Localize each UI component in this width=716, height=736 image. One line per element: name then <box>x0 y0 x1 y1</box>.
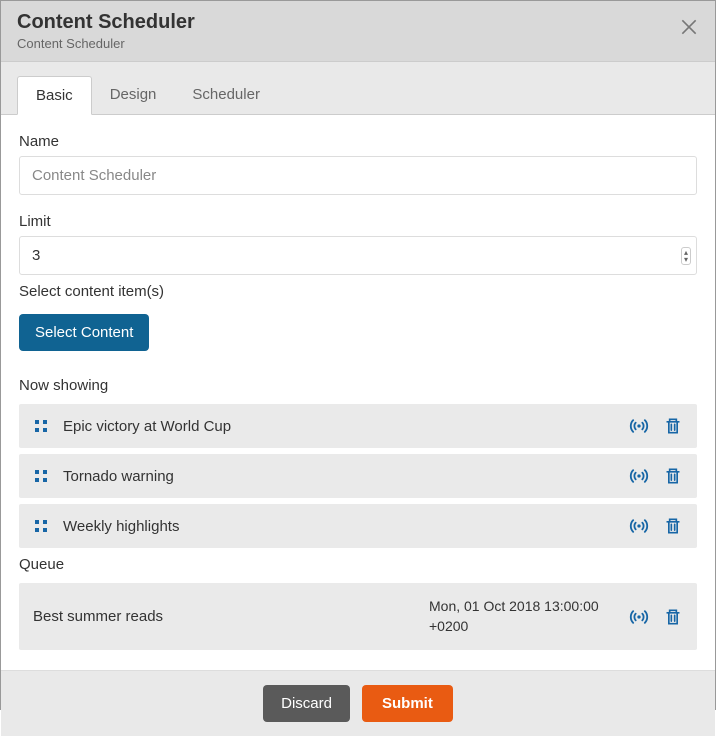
item-actions <box>629 607 683 627</box>
item-actions <box>629 466 683 486</box>
submit-button[interactable]: Submit <box>362 685 453 722</box>
list-item: Weekly highlights <box>19 504 697 548</box>
select-content-label: Select content item(s) <box>19 283 697 300</box>
drag-handle[interactable] <box>33 468 49 484</box>
tab-basic[interactable]: Basic <box>17 76 92 115</box>
trash-icon <box>663 416 683 436</box>
broadcast-button[interactable] <box>629 516 649 536</box>
close-button[interactable] <box>679 17 703 41</box>
dialog-footer: Discard Submit <box>1 670 715 736</box>
trash-icon <box>663 516 683 536</box>
broadcast-icon <box>629 607 649 627</box>
drag-handle[interactable] <box>33 418 49 434</box>
queue-item-title: Best summer reads <box>33 608 429 625</box>
delete-button[interactable] <box>663 516 683 536</box>
broadcast-icon <box>629 516 649 536</box>
close-icon <box>679 17 699 37</box>
dialog-header: Content Scheduler Content Scheduler <box>1 1 715 62</box>
discard-button[interactable]: Discard <box>263 685 350 722</box>
delete-button[interactable] <box>663 466 683 486</box>
now-showing-label: Now showing <box>19 377 697 394</box>
delete-button[interactable] <box>663 607 683 627</box>
select-content-button[interactable]: Select Content <box>19 314 149 351</box>
queue-item-date: Mon, 01 Oct 2018 13:00:00 +0200 <box>429 597 619 636</box>
trash-icon <box>663 466 683 486</box>
queue-label: Queue <box>19 556 697 573</box>
limit-spinner: ▴ ▾ <box>681 247 691 265</box>
broadcast-icon <box>629 416 649 436</box>
tab-strip-background: Basic Design Scheduler Name Limit ▴ ▾ Se… <box>1 62 715 670</box>
item-actions <box>629 416 683 436</box>
item-title: Weekly highlights <box>63 518 629 535</box>
item-title: Epic victory at World Cup <box>63 418 629 435</box>
broadcast-button[interactable] <box>629 416 649 436</box>
drag-handle-icon <box>33 468 49 484</box>
tab-design[interactable]: Design <box>92 76 175 114</box>
dialog-subtitle: Content Scheduler <box>17 36 699 51</box>
tab-strip: Basic Design Scheduler <box>1 62 715 114</box>
limit-label: Limit <box>19 213 697 230</box>
drag-handle[interactable] <box>33 518 49 534</box>
drag-handle-icon <box>33 418 49 434</box>
content-scheduler-dialog: Content Scheduler Content Scheduler Basi… <box>0 0 716 710</box>
spinner-down-icon[interactable]: ▾ <box>683 256 689 263</box>
broadcast-icon <box>629 466 649 486</box>
item-actions <box>629 516 683 536</box>
list-item: Epic victory at World Cup <box>19 404 697 448</box>
list-item: Tornado warning <box>19 454 697 498</box>
limit-input-wrap: ▴ ▾ <box>19 236 697 275</box>
queue-item: Best summer reads Mon, 01 Oct 2018 13:00… <box>19 583 697 650</box>
delete-button[interactable] <box>663 416 683 436</box>
name-label: Name <box>19 133 697 150</box>
name-input[interactable] <box>19 156 697 195</box>
broadcast-button[interactable] <box>629 466 649 486</box>
dialog-title: Content Scheduler <box>17 11 699 34</box>
item-title: Tornado warning <box>63 468 629 485</box>
tab-scheduler[interactable]: Scheduler <box>174 76 278 114</box>
drag-handle-icon <box>33 518 49 534</box>
trash-icon <box>663 607 683 627</box>
limit-input[interactable] <box>19 236 697 275</box>
broadcast-button[interactable] <box>629 607 649 627</box>
tab-content: Name Limit ▴ ▾ Select content item(s) Se… <box>1 114 715 670</box>
